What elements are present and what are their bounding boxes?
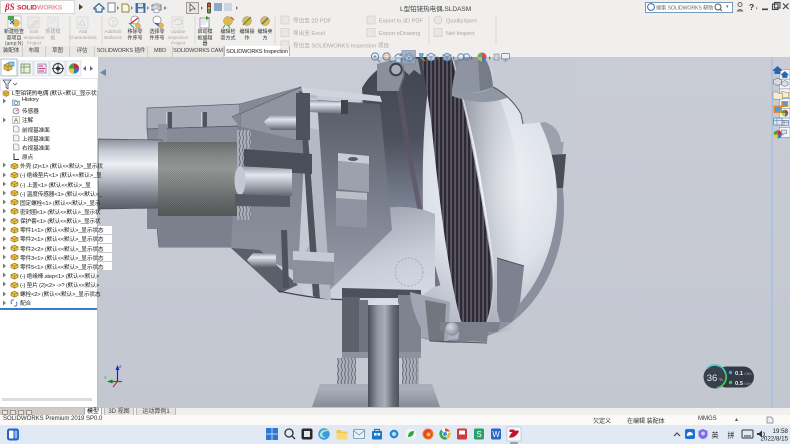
svg-text:19:58: 19:58 [773, 428, 789, 435]
svg-text:0.5: 0.5 [735, 381, 744, 387]
svg-text:板: 板 [50, 35, 55, 42]
svg-text:SOLID: SOLID [17, 5, 37, 12]
svg-text:英: 英 [712, 431, 719, 440]
svg-text:A: A [14, 118, 18, 124]
svg-text:Export to 3D PDF: Export to 3D PDF [379, 19, 423, 25]
svg-text:选择零: 选择零 [149, 28, 164, 35]
svg-text:编辑操: 编辑操 [239, 28, 254, 35]
svg-text:编辑卖: 编辑卖 [257, 28, 272, 35]
svg-text:KB/s: KB/s [745, 372, 752, 376]
svg-text:件序号: 件序号 [127, 35, 142, 42]
svg-text:Characteristic: Characteristic [69, 35, 98, 40]
svg-text:(amp;N): (amp;N) [5, 41, 23, 47]
svg-text:Export eDrawing: Export eDrawing [379, 31, 420, 37]
svg-text:W: W [492, 430, 500, 439]
svg-text:Edit: Edit [30, 29, 39, 34]
svg-text:Y: Y [104, 375, 107, 380]
svg-text:0.1: 0.1 [735, 371, 744, 377]
svg-text:Add: Add [79, 29, 88, 34]
svg-text:Project: Project [171, 41, 186, 46]
svg-text:Update: Update [171, 29, 186, 34]
svg-text:Inspection: Inspection [24, 35, 45, 40]
svg-text:导出至 Excel: 导出至 Excel [293, 29, 325, 37]
svg-text:?: ? [749, 2, 754, 12]
svg-text:导出至 2D PDF: 导出至 2D PDF [293, 17, 332, 25]
svg-text:新建模: 新建模 [45, 28, 60, 35]
svg-text:查方式: 查方式 [220, 35, 235, 42]
svg-text:移除零: 移除零 [127, 28, 142, 35]
svg-text:Add/Edit: Add/Edit [104, 29, 122, 34]
svg-text:2022/8/15: 2022/8/15 [760, 436, 788, 443]
svg-text:%: % [719, 377, 723, 382]
svg-text:Project: Project [27, 41, 42, 46]
svg-text:新建检查: 新建检查 [4, 28, 24, 35]
svg-text:Net-Inspect: Net-Inspect [446, 31, 475, 37]
svg-text:启动模: 启动模 [197, 28, 212, 35]
svg-text:方: 方 [262, 35, 267, 42]
svg-text:βS: βS [4, 2, 15, 12]
svg-text:36: 36 [707, 373, 718, 384]
svg-text:件序号: 件序号 [149, 35, 164, 42]
svg-text:WORKS: WORKS [37, 5, 63, 12]
svg-text:Balloons: Balloons [104, 35, 122, 40]
svg-text:拼: 拼 [728, 431, 735, 440]
svg-text:器: 器 [202, 41, 207, 47]
svg-text:导出至 SOLIDWORKS Inspection 项目: 导出至 SOLIDWORKS Inspection 项目 [293, 42, 389, 50]
svg-text:Inspection: Inspection [168, 35, 189, 40]
svg-text:编辑检: 编辑检 [220, 28, 235, 35]
svg-text:作: 作 [244, 35, 249, 42]
svg-text:S: S [476, 430, 481, 439]
svg-text:QualityXpert: QualityXpert [446, 19, 477, 25]
svg-text:搜索 SOLIDWORKS 帮助: 搜索 SOLIDWORKS 帮助 [656, 3, 713, 11]
svg-text:KB/s: KB/s [745, 382, 752, 386]
